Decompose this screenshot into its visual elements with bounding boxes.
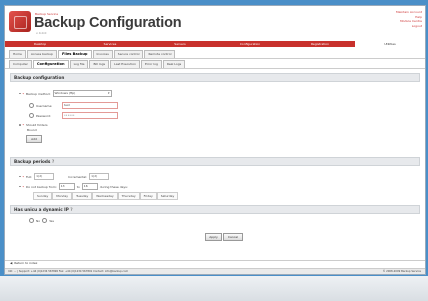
nav-item-servers[interactable]: Servers	[145, 41, 215, 47]
add-button[interactable]: Add	[26, 135, 42, 143]
backup-periods-heading: Backup periods ?	[10, 157, 420, 166]
nav-item-desktop[interactable]: Desktop	[5, 41, 75, 47]
back-link-label: Return to index	[14, 261, 38, 265]
bullet-icon	[19, 124, 21, 126]
radio-no[interactable]	[29, 218, 34, 223]
password-field[interactable]: ••••••	[62, 112, 118, 119]
top-link-modules[interactable]: Module Centre	[396, 19, 422, 24]
tabs-divider	[5, 58, 425, 59]
footer-divider	[5, 260, 425, 261]
top-links: Maintain Account Help Module Centre Logo…	[396, 10, 422, 28]
from-hour-select[interactable]: 13	[58, 183, 75, 190]
chevron-down-icon: ▾	[108, 91, 110, 95]
bullet-icon	[19, 92, 21, 95]
help-icon: ?	[70, 207, 73, 212]
nav-item-utilities[interactable]: Utilities	[355, 41, 425, 47]
day-friday[interactable]: Friday	[139, 192, 157, 200]
day-thursday[interactable]: Thursday	[117, 192, 140, 200]
tabs-divider-2	[5, 68, 425, 69]
dynamic-ip-section: Has unicu a dynamic IP ?	[10, 205, 420, 227]
day-tuesday[interactable]: Tuesday	[72, 192, 93, 200]
to-hour-value: 16	[83, 184, 88, 188]
top-link-logout[interactable]: Logout	[396, 24, 422, 29]
should-row-2: Bound	[27, 128, 37, 132]
radio-yes[interactable]	[42, 218, 48, 223]
full-label: Full:	[26, 174, 33, 179]
incremental-label: Incremental:	[68, 174, 88, 179]
full-field[interactable]: 1(d)	[34, 173, 55, 180]
password-row: Password: ••••••	[29, 112, 118, 119]
day-sunday[interactable]: Sunday	[33, 192, 53, 200]
nav-item-configuration[interactable]: Configuration	[215, 41, 285, 47]
dynamic-ip-heading: Has unicu a dynamic IP ?	[10, 205, 420, 214]
should-label-2: Bound	[27, 128, 37, 132]
back-link[interactable]: ◀ Return to index	[10, 261, 37, 265]
during-label: during these days:	[99, 184, 128, 189]
dynamic-ip-title: Has unicu a dynamic IP	[14, 207, 69, 212]
username-row: Username: test	[29, 102, 118, 109]
radio-username[interactable]	[29, 103, 34, 108]
status-right: © 2008-2009 Backup Service	[382, 270, 421, 273]
page-title: Backup Configuration	[34, 15, 182, 31]
required-icon: *	[22, 174, 25, 179]
required-icon: *	[22, 123, 25, 127]
username-field[interactable]: test	[62, 102, 118, 109]
method-row: * Backup method: Windows (ftp) ▾	[19, 90, 112, 97]
help-icon: ?	[51, 159, 55, 164]
dynamic-ip-options: No Yes	[29, 218, 54, 223]
full-row: * Full: 1(d) Incremental: 1(d)	[19, 173, 110, 180]
incremental-field[interactable]: 1(d)	[89, 173, 110, 180]
top-link-account[interactable]: Maintain Account	[396, 10, 422, 15]
day-saturday[interactable]: Saturday	[156, 192, 179, 200]
nav-item-registration[interactable]: Registration	[285, 41, 355, 47]
do-not-label: Do not backup from:	[26, 184, 57, 189]
cancel-button[interactable]: Cancel	[223, 233, 243, 241]
day-monday[interactable]: Monday	[52, 192, 73, 200]
password-label: Password:	[36, 113, 52, 118]
apply-button[interactable]: Apply	[205, 233, 222, 241]
status-left: Intl: ... | Support: +44 (0)1234 567890 …	[8, 270, 129, 273]
method-label: Backup method:	[26, 91, 51, 96]
days-selector: Sunday Monday Tuesday Wednesday Thursday…	[33, 192, 179, 200]
nav-item-services[interactable]: Services	[75, 41, 145, 47]
page-header: Backup Service Backup Configuration v 4.…	[5, 6, 425, 36]
from-hour-value: 13	[60, 184, 65, 188]
arrow-left-icon: ◀	[10, 261, 13, 265]
should-label: Should folders	[26, 123, 48, 127]
app-window: Backup Service Backup Configuration v 4.…	[4, 5, 426, 275]
username-label: Username:	[36, 103, 53, 108]
bullet-icon	[19, 185, 21, 188]
no-label: No	[36, 218, 41, 223]
method-select[interactable]: Windows (ftp) ▾	[52, 90, 112, 97]
main-nav: Desktop Services Servers Configuration R…	[5, 41, 425, 47]
should-row: * Should folders	[19, 123, 48, 127]
required-icon: *	[22, 184, 25, 189]
backup-periods-title: Backup periods	[14, 159, 51, 164]
version-label: v 4.0.0	[36, 31, 47, 35]
backup-config-heading: Backup configuration	[10, 73, 420, 82]
backup-logo-icon	[9, 11, 31, 32]
bullet-icon	[19, 175, 21, 178]
to-hour-select[interactable]: 16	[81, 183, 98, 190]
do-not-backup-row: * Do not backup from: 13 to 16 during th…	[19, 183, 128, 190]
status-bar: Intl: ... | Support: +44 (0)1234 567890 …	[5, 268, 425, 274]
day-wednesday[interactable]: Wednesday	[92, 192, 118, 200]
yes-label: Yes	[49, 218, 54, 223]
bottom-strip	[0, 276, 428, 301]
method-value: Windows (ftp)	[54, 91, 76, 95]
to-label: to	[76, 184, 80, 189]
required-icon: *	[22, 91, 25, 96]
radio-password[interactable]	[29, 113, 34, 118]
